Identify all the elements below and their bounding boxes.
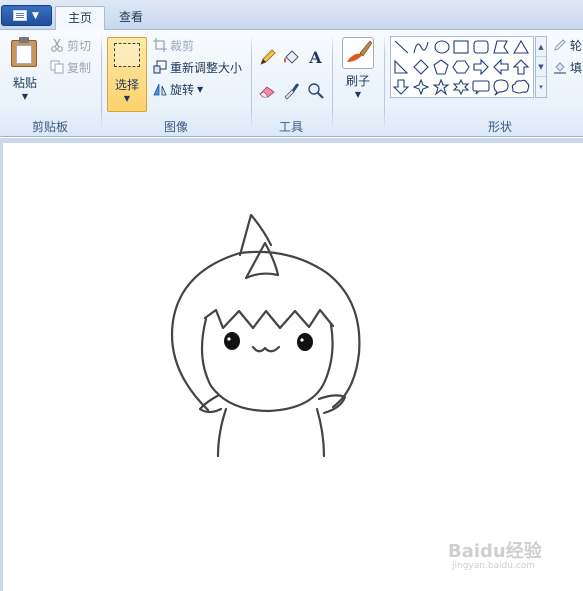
right-eye — [297, 333, 313, 351]
workspace: Baidu经验 jingyan.baidu.com — [0, 138, 583, 591]
select-label: 选择 — [114, 78, 139, 92]
rounded-rectangle-shape-icon[interactable] — [473, 40, 489, 54]
shapes-group-label: 形状 — [487, 120, 512, 134]
outline-button[interactable]: 轮 — [553, 36, 582, 54]
crop-button[interactable]: 裁剪 — [153, 36, 194, 54]
brushes-button[interactable]: 刷子 ▼ — [338, 34, 378, 106]
rotate-button[interactable]: 旋转 ▼ — [153, 80, 203, 98]
copy-label: 复制 — [67, 60, 92, 75]
fill-bucket-icon — [554, 62, 566, 74]
rectangle-shape-icon[interactable] — [453, 40, 469, 54]
five-point-star-shape-icon[interactable] — [432, 78, 450, 96]
fill-button[interactable]: 填 — [553, 58, 582, 76]
ribbon: 粘贴 ▼ 剪切 复制 剪贴板 选择 ▼ 裁剪 重新调整大小 旋转 ▼ 图像 A … — [0, 30, 583, 137]
color-picker-tool[interactable] — [281, 80, 302, 101]
outline-pencil-icon — [554, 39, 566, 51]
drawing-canvas[interactable]: Baidu经验 jingyan.baidu.com — [3, 143, 583, 591]
chevron-down-icon: ▼ — [354, 90, 362, 99]
magnifier-tool[interactable] — [305, 80, 326, 101]
rotate-label: 旋转 — [170, 82, 195, 97]
group-separator — [332, 34, 333, 130]
pencil-icon — [260, 49, 276, 65]
watermark-url: jingyan.baidu.com — [452, 561, 536, 571]
pencil-tool[interactable] — [257, 47, 278, 68]
tab-view[interactable]: 查看 — [107, 6, 155, 30]
six-point-star-shape-icon[interactable] — [452, 78, 470, 96]
triangle-shape-icon[interactable] — [513, 39, 529, 54]
outline-label: 轮 — [570, 38, 583, 53]
rotate-icon — [153, 83, 167, 96]
resize-icon — [153, 60, 167, 74]
right-triangle-shape-icon[interactable] — [394, 59, 409, 74]
watermark-brand: Baidu经验 — [448, 541, 542, 562]
chevron-down-icon: ▼ — [197, 84, 204, 94]
eyedropper-icon — [284, 83, 299, 100]
scroll-up-icon[interactable]: ▲ — [536, 37, 546, 57]
paste-label: 粘贴 — [12, 76, 37, 90]
chevron-down-icon: ▼ — [123, 94, 131, 103]
resize-label: 重新调整大小 — [170, 60, 243, 75]
document-icon — [13, 10, 27, 21]
image-group-label: 图像 — [163, 120, 188, 134]
up-arrow-shape-icon[interactable] — [512, 59, 530, 75]
resize-button[interactable]: 重新调整大小 — [153, 58, 242, 76]
shapes-grid — [392, 39, 530, 96]
oval-shape-icon[interactable] — [434, 40, 450, 54]
clipboard-icon — [11, 37, 37, 67]
left-arrow-shape-icon[interactable] — [493, 58, 509, 76]
crop-label: 裁剪 — [170, 38, 195, 53]
shapes-gallery-scrollbar[interactable]: ▲ ▼ ▾ — [535, 36, 547, 98]
select-button[interactable]: 选择 ▼ — [107, 37, 147, 112]
cut-button[interactable]: 剪切 — [50, 36, 91, 54]
hexagon-shape-icon[interactable] — [452, 60, 470, 74]
four-point-star-shape-icon[interactable] — [412, 78, 430, 96]
oval-callout-shape-icon[interactable] — [493, 79, 509, 96]
right-arrow-shape-icon[interactable] — [473, 58, 489, 76]
copy-icon — [50, 60, 64, 74]
group-separator — [384, 34, 385, 130]
magnifier-icon — [308, 83, 324, 99]
crop-icon — [153, 38, 167, 52]
paint-menu-button[interactable]: ▼ — [1, 5, 52, 26]
cloud-callout-shape-icon[interactable] — [511, 79, 530, 94]
brushes-label: 刷子 — [345, 74, 370, 88]
tab-home[interactable]: 主页 — [55, 6, 106, 31]
fill-label: 填 — [570, 60, 583, 75]
cartoon-drawing — [170, 213, 361, 458]
curve-shape-icon[interactable] — [413, 41, 429, 54]
paste-button[interactable]: 粘贴 ▼ — [6, 34, 44, 106]
text-a-icon: A — [309, 48, 322, 67]
group-separator — [101, 34, 102, 130]
tools-group-label: 工具 — [278, 120, 303, 134]
shapes-gallery — [390, 36, 534, 98]
diamond-shape-icon[interactable] — [413, 59, 429, 75]
group-separator — [251, 34, 252, 130]
ribbon-tab-bar: ▼ 主页 查看 — [0, 0, 583, 31]
line-shape-icon[interactable] — [394, 40, 409, 54]
left-eye — [224, 332, 240, 350]
fill-tool[interactable] — [281, 47, 302, 68]
rounded-callout-shape-icon[interactable] — [472, 80, 490, 95]
copy-button[interactable]: 复制 — [50, 58, 91, 76]
polygon-shape-icon[interactable] — [493, 40, 510, 54]
scissors-icon — [51, 38, 63, 52]
cut-label: 剪切 — [67, 38, 92, 53]
brush-icon — [342, 37, 374, 69]
clipboard-group-label: 剪贴板 — [31, 120, 68, 134]
scroll-down-icon[interactable]: ▼ — [536, 57, 546, 77]
chevron-down-icon: ▼ — [21, 92, 29, 101]
chevron-down-icon: ▼ — [32, 11, 39, 21]
paint-bucket-icon — [284, 50, 299, 64]
eraser-icon — [259, 86, 275, 98]
down-arrow-shape-icon[interactable] — [392, 79, 410, 95]
text-tool[interactable]: A — [305, 47, 326, 68]
expand-gallery-icon[interactable]: ▾ — [536, 77, 546, 97]
eraser-tool[interactable] — [257, 80, 278, 101]
selection-rectangle-icon — [114, 43, 140, 67]
pentagon-shape-icon[interactable] — [433, 59, 449, 75]
